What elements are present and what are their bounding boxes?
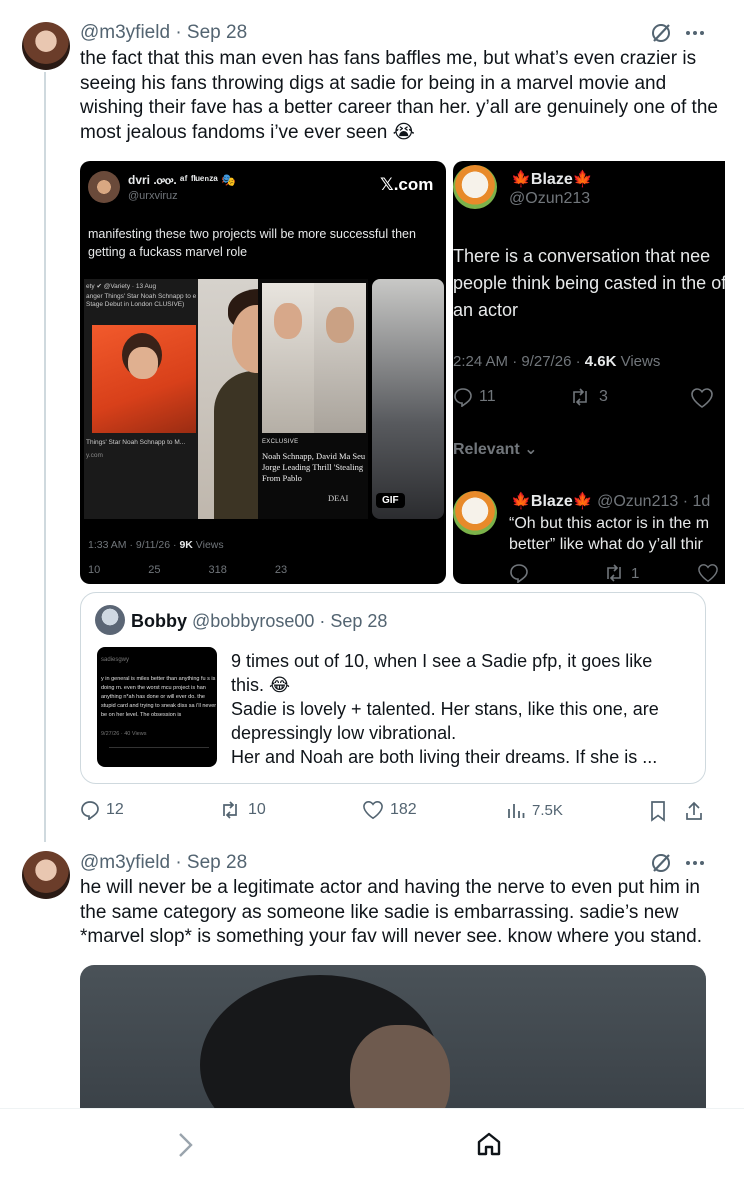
repost-icon — [573, 388, 587, 406]
reply-button[interactable]: 12 — [80, 800, 124, 820]
post-text: he will never be a legitimate actor and … — [80, 877, 703, 947]
blaze-name: 🍁Blaze🍁 — [511, 171, 593, 188]
embedded-text: manifesting these two projects will be m… — [88, 227, 416, 259]
repost-icon — [223, 801, 237, 819]
embedded-like-count: 318 — [208, 564, 227, 576]
bottom-navigation — [0, 1108, 744, 1201]
reply-icon — [81, 801, 99, 820]
gif-thumbnail[interactable]: GIF — [372, 279, 444, 519]
quoted-post[interactable]: Bobby @bobbyrose00 · Sep 28 sadiesgwy y … — [80, 592, 706, 784]
chevron-right-icon[interactable] — [174, 1131, 196, 1159]
share-icon[interactable] — [684, 800, 704, 822]
photo-duo: EXCLUSIVE Noah Schnapp, David Ma Seu Jor… — [258, 279, 368, 519]
more-icon[interactable] — [684, 852, 706, 874]
bookmark-icon[interactable] — [648, 800, 668, 822]
blaze-handle: @Ozun213 — [509, 190, 591, 207]
bobby-avatar — [95, 605, 125, 635]
post-author-handle[interactable]: @m3yfield · Sep 28 — [80, 22, 247, 44]
embedded-timestamp: 1:33 AM · 9/11/26 · 9K Views — [88, 539, 224, 551]
quote-author-name: Bobby — [131, 611, 187, 631]
post-text: the fact that this man even has fans baf… — [80, 48, 718, 143]
quote-header: Bobby @bobbyrose00 · Sep 28 — [131, 611, 387, 632]
embedded-stats: 10 25 318 23 — [88, 564, 287, 576]
home-icon[interactable] — [476, 1131, 502, 1157]
relevant-dropdown[interactable]: Relevant ⌄ — [453, 439, 538, 459]
author-avatar[interactable] — [22, 851, 70, 899]
gif-badge: GIF — [376, 493, 405, 508]
blaze-text: There is a conversation that nee people … — [453, 246, 725, 320]
grok-icon[interactable] — [650, 852, 672, 874]
embedded-repost-count: 25 — [148, 564, 161, 576]
blaze-repost-stat[interactable]: 3 — [569, 387, 608, 407]
photo-orange — [92, 325, 196, 433]
small-news-card: ety ✔ @Variety · 13 Aug anger Things' St… — [84, 279, 204, 519]
repost-button[interactable]: 10 — [218, 800, 266, 820]
repost-icon — [607, 564, 621, 582]
post-author-handle[interactable]: @m3yfield · Sep 28 — [80, 852, 247, 874]
blaze-reply-header: 🍁Blaze🍁 @Ozun213 · 1d — [511, 493, 711, 510]
like-icon[interactable] — [697, 563, 719, 583]
blaze-timestamp: 2:24 AM · 9/27/26 · 4.6K Views — [453, 353, 661, 370]
blaze-reply-stat[interactable]: 11 — [453, 387, 496, 407]
embedded-handle: @urxviruz — [128, 190, 178, 202]
repost-count: 10 — [248, 801, 266, 818]
like-icon[interactable] — [690, 387, 714, 409]
blaze-reply-text: “Oh but this actor is in the m better” l… — [509, 515, 710, 553]
embedded-avatar — [88, 171, 120, 203]
views-button[interactable]: 7.5K — [506, 800, 563, 820]
blaze-reply-repost[interactable]: 1 — [603, 563, 639, 583]
embedded-bookmark-count: 23 — [274, 564, 288, 576]
quote-author-handle: @bobbyrose00 · Sep 28 — [192, 611, 388, 631]
reply-icon[interactable] — [509, 563, 529, 583]
like-icon — [363, 801, 383, 820]
views-count: 7.5K — [532, 801, 563, 819]
embedded-name: dvri .ꭴꭴ. ᵃᶠ ᶠˡᵘᵉⁿᶻᵃ 🎭 — [128, 173, 237, 187]
embedded-reply-count: 10 — [88, 564, 101, 576]
blaze-reply-avatar — [453, 491, 497, 535]
chevron-down-icon: ⌄ — [524, 441, 538, 458]
media-image-left[interactable]: dvri .ꭴꭴ. ᵃᶠ ᶠˡᵘᵉⁿᶻᵃ 🎭 @urxviruz 𝕏.com m… — [80, 161, 446, 584]
reply-count: 12 — [106, 801, 124, 818]
quote-thumbnail[interactable]: sadiesgwy y in general is miles better t… — [97, 647, 217, 767]
thread-line — [44, 72, 46, 842]
more-icon[interactable] — [684, 22, 706, 44]
views-icon — [508, 804, 525, 818]
blaze-avatar — [453, 165, 497, 209]
post-media-image[interactable] — [80, 965, 706, 1108]
reply-icon — [454, 388, 472, 407]
like-button[interactable]: 182 — [362, 800, 417, 820]
quote-text: 9 times out of 10, when I see a Sadie pf… — [231, 651, 659, 767]
x-logo: 𝕏.com — [380, 175, 434, 194]
grok-icon[interactable] — [650, 22, 672, 44]
media-image-right[interactable]: 🍁Blaze🍁 @Ozun213 There is a conversation… — [453, 161, 725, 584]
like-count: 182 — [390, 801, 417, 818]
author-avatar[interactable] — [22, 22, 70, 70]
